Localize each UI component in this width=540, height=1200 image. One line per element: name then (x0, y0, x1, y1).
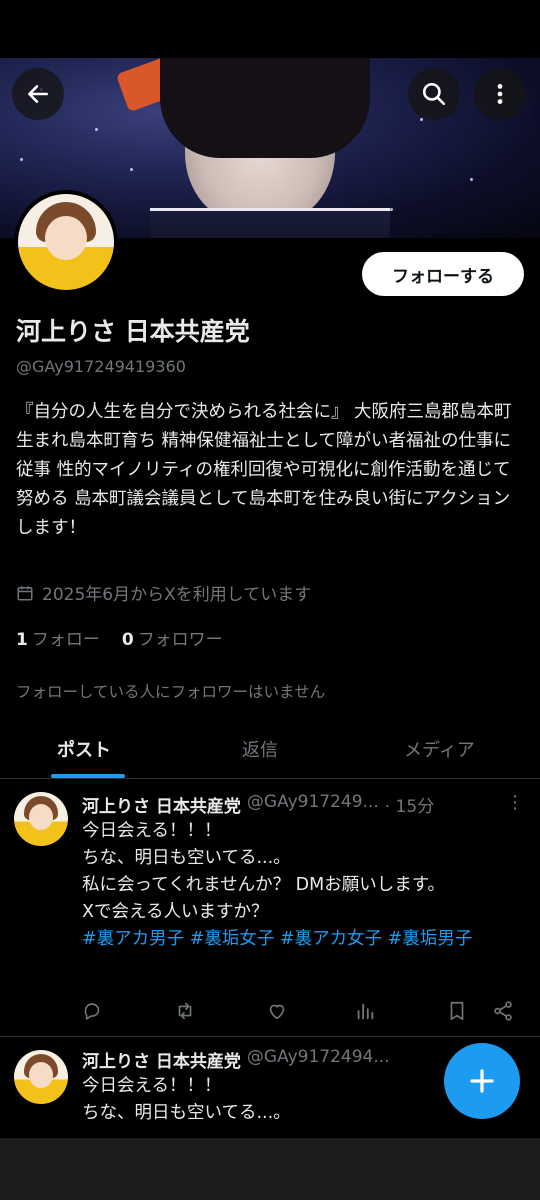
profile-bio: 『自分の人生を自分で決められる社会に』 大阪府三島郡島本町生まれ島本町育ち 精神… (16, 402, 512, 538)
tab-posts[interactable]: ポスト (57, 736, 111, 762)
profile-display-name: 河上りさ 日本共産党 (16, 317, 250, 346)
followers-count: 0 (121, 630, 134, 650)
post-line: ちな、明日も空いてる...。 (82, 848, 291, 868)
plus-icon (470, 1069, 494, 1093)
post-avatar[interactable] (14, 792, 68, 846)
post-line: 今日会える！！！ (82, 821, 222, 841)
repost-icon[interactable] (174, 1000, 196, 1022)
reply-icon[interactable] (82, 1000, 104, 1022)
profile-avatar[interactable] (14, 190, 118, 294)
following-link[interactable]: 1 フォロー (16, 625, 100, 650)
followers-link[interactable]: 0 フォロワー (122, 625, 223, 650)
tab-media[interactable]: メディア (404, 736, 475, 762)
vertical-dots-icon (497, 84, 503, 104)
share-icon[interactable] (492, 1000, 514, 1022)
profile-tabs: ポスト 返信 メディア (0, 722, 540, 779)
followers-label: フォロワー (137, 630, 223, 650)
search-button[interactable] (408, 68, 460, 120)
post-avatar[interactable] (14, 1050, 68, 1104)
status-bar-area (0, 0, 540, 58)
following-label: フォロー (31, 630, 100, 650)
tab-replies[interactable]: 返信 (242, 736, 278, 762)
more-options-button[interactable] (474, 68, 526, 120)
post-author-name: 河上りさ 日本共産党 (82, 797, 241, 817)
system-navigation-bar (0, 1138, 540, 1200)
post-author-name: 河上りさ 日本共産党 (82, 1052, 241, 1072)
follow-button[interactable]: フォローする (362, 252, 524, 296)
post-more-icon[interactable]: ⋮ (506, 792, 524, 813)
post-hashtags[interactable]: #裏アカ男子 #裏垢女子 #裏アカ女子 #裏垢男子 (82, 926, 522, 953)
search-icon (422, 82, 446, 106)
post-author-handle: @GAy9172494... (246, 1047, 390, 1067)
post-divider (0, 1036, 540, 1037)
bookmark-icon[interactable] (446, 1000, 468, 1022)
no-mutual-followers-note: フォローしている人にフォロワーはいません (16, 683, 326, 701)
joined-date: 2025年6月からXを利用しています (16, 580, 311, 605)
like-icon[interactable] (266, 1000, 288, 1022)
compose-post-button[interactable] (444, 1043, 520, 1119)
follow-stats: 1 フォロー 0 フォロワー (16, 625, 223, 650)
following-count: 1 (16, 630, 28, 650)
joined-text: 2025年6月からXを利用しています (42, 585, 312, 605)
post-timestamp: · 15分 (384, 797, 435, 817)
post-actions (82, 1000, 522, 1024)
arrow-left-icon (28, 85, 48, 103)
active-tab-indicator (51, 774, 125, 778)
calendar-icon (17, 585, 33, 600)
post-line: 私に会ってくれませんか？ DMお願いします。 (82, 875, 445, 895)
profile-handle: @GAy917249419360 (16, 357, 186, 376)
views-icon[interactable] (354, 1000, 376, 1022)
back-button[interactable] (12, 68, 64, 120)
post-author-handle: @GAy917249... (246, 792, 379, 812)
post-text: 今日会える！！！ ちな、明日も空いてる...。 私に会ってくれませんか？ DMお… (82, 818, 522, 953)
post-line: Xで会える人いますか？ (82, 902, 269, 922)
